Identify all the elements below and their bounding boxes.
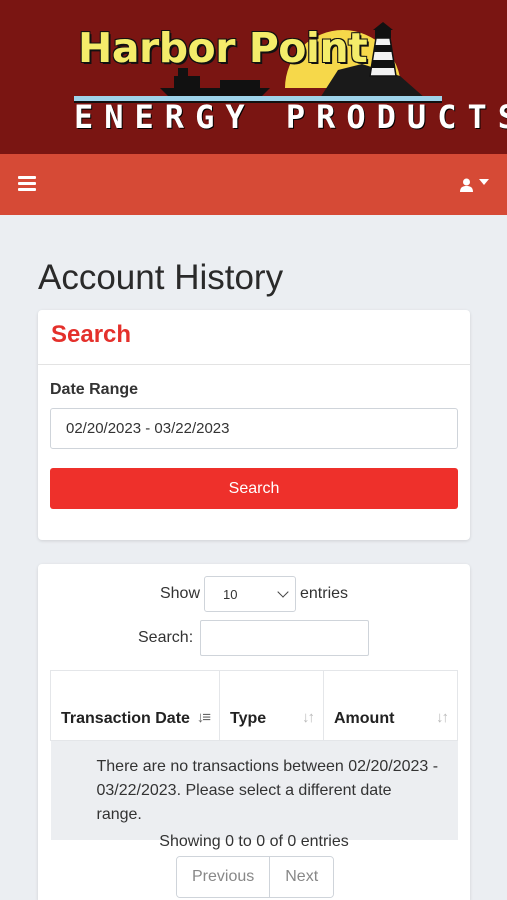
top-navbar [0, 154, 507, 215]
chevron-down-icon [479, 179, 489, 185]
search-card: Search Date Range Search [38, 310, 470, 540]
entries-select-value: 10 [223, 586, 238, 602]
entries-label: entries [300, 585, 349, 602]
user-icon [460, 178, 473, 192]
table-info: Showing 0 to 0 of 0 entries [159, 833, 349, 850]
table-row: There are no transactions between 02/20/… [50, 740, 458, 840]
table-search-label: Search: [138, 629, 194, 646]
column-header-label: Type [230, 710, 267, 727]
table-filter: Search: [138, 620, 370, 656]
show-label: Show [159, 585, 200, 602]
chevron-down-icon [277, 586, 289, 598]
sort-icon: ↓↑ [302, 709, 315, 726]
sort-icon: ↓↑ [436, 709, 449, 726]
empty-table-message: There are no transactions between 02/20/… [50, 740, 458, 840]
column-header-label: Amount [334, 710, 395, 727]
search-card-header: Search [38, 310, 470, 365]
sort-desc-icon: ↓≡ [196, 709, 211, 726]
column-header-label: Transaction Date [61, 710, 190, 727]
column-header-transaction-date[interactable]: Transaction Date ↓≡ [50, 670, 220, 741]
pagination: Previous Next [176, 856, 335, 898]
date-range-label: Date Range [50, 381, 139, 398]
search-button[interactable]: Search [50, 468, 458, 509]
results-card: Show 10 entries Search: Transaction Date… [38, 564, 470, 900]
next-page-button[interactable]: Next [269, 857, 334, 897]
user-menu-button[interactable] [460, 174, 489, 196]
brand-header: Harbor Point ENERGY PRODUCTS [0, 0, 507, 154]
hamburger-icon[interactable] [18, 176, 36, 192]
entries-select[interactable]: 10 [204, 576, 296, 612]
transactions-table: Transaction Date ↓≡ Type ↓↑ Amount ↓↑ Th… [50, 670, 458, 840]
brand-title: Harbor Point [78, 24, 368, 72]
table-search-input[interactable] [200, 620, 370, 656]
column-header-type[interactable]: Type ↓↑ [219, 670, 324, 741]
column-header-amount[interactable]: Amount ↓↑ [323, 670, 458, 741]
search-heading: Search [51, 321, 132, 348]
previous-page-button[interactable]: Previous [177, 857, 270, 897]
harbor-point-logo[interactable]: Harbor Point ENERGY PRODUCTS [70, 18, 507, 138]
date-range-input[interactable] [50, 408, 458, 449]
entries-length-control: Show 10 entries [38, 576, 470, 612]
page-title: Account History [38, 258, 284, 297]
brand-subtitle: ENERGY PRODUCTS [74, 98, 507, 136]
